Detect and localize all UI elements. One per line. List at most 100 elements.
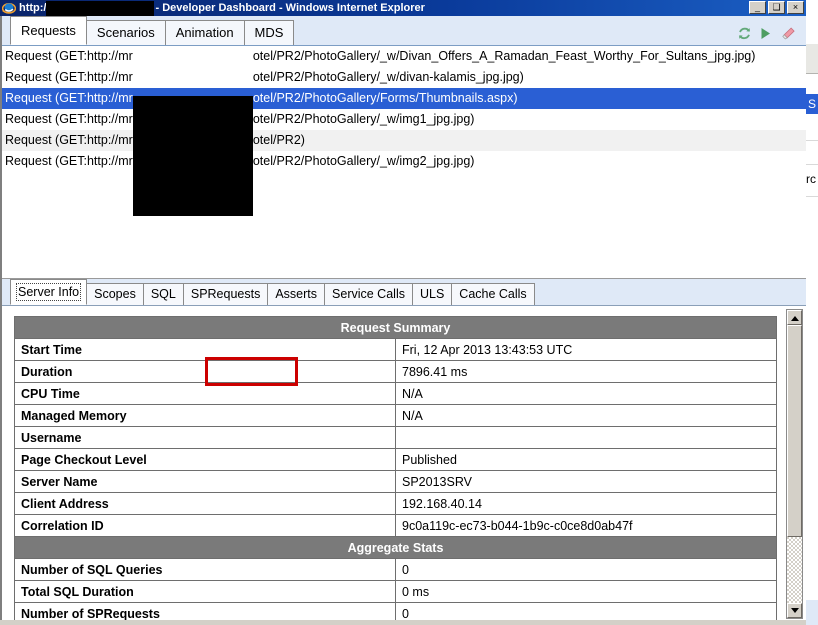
request-prefix: Request (GET:http://mr — [5, 133, 133, 147]
window-title-text: - Developer Dashboard - Windows Internet… — [155, 2, 425, 14]
request-suffix: otel/PR2/PhotoGallery/_w/img1_jpg.jpg) — [252, 112, 475, 126]
minimize-button[interactable]: _ — [749, 1, 766, 14]
row-label: Client Address — [14, 492, 396, 515]
request-prefix: Request (GET:http://mr — [5, 112, 133, 126]
request-prefix: Request (GET:http://mr — [5, 49, 133, 63]
request-suffix: otel/PR2/PhotoGallery/Forms/Thumbnails.a… — [252, 91, 518, 105]
row-value-duration: 7896.41 ms — [395, 360, 777, 383]
row-value: 0 — [395, 558, 777, 581]
table-row: Client Address 192.168.40.14 — [14, 492, 777, 515]
request-row-selected[interactable]: Request (GET:http://mr otel/PR2/PhotoGall… — [2, 88, 806, 109]
internet-explorer-icon — [1, 1, 17, 15]
row-value: N/A — [395, 382, 777, 405]
scrollbar-track[interactable] — [787, 325, 802, 603]
detail-pane: Server Info Scopes SQL SPRequests Assert… — [2, 279, 806, 623]
refresh-icon[interactable] — [737, 26, 752, 41]
background-divider — [806, 140, 818, 141]
detail-tab-label: Server Info — [15, 283, 82, 301]
tab-requests[interactable]: Requests — [10, 16, 87, 45]
scrollbar-thumb[interactable] — [787, 325, 802, 537]
row-label: Total SQL Duration — [14, 580, 396, 603]
row-label: Managed Memory — [14, 404, 396, 427]
table-row: Total SQL Duration 0 ms — [14, 580, 777, 603]
row-value: 192.168.40.14 — [395, 492, 777, 515]
request-row[interactable]: Request (GET:http://mr otel/PR2/PhotoGall… — [2, 151, 806, 172]
scroll-down-arrow-icon[interactable] — [787, 603, 802, 618]
table-row: Start Time Fri, 12 Apr 2013 13:43:53 UTC — [14, 338, 777, 361]
detail-tab-server-info[interactable]: Server Info — [10, 279, 88, 305]
dashboard-tabstrip: Requests Scenarios Animation MDS — [2, 16, 806, 46]
row-label: CPU Time — [14, 382, 396, 405]
tab-label: Animation — [175, 25, 234, 40]
developer-dashboard-window: http:/ - Developer Dashboard - Windows I… — [0, 0, 806, 625]
row-value: 0 ms — [395, 580, 777, 603]
row-label: Page Checkout Level — [14, 448, 396, 471]
row-value: Published — [395, 448, 777, 471]
detail-tab-label: Cache Calls — [459, 287, 527, 301]
detail-tab-cache-calls[interactable]: Cache Calls — [451, 283, 535, 305]
request-suffix: otel/PR2/PhotoGallery/_w/img2_jpg.jpg) — [252, 154, 475, 168]
table-row: Number of SQL Queries 0 — [14, 558, 777, 581]
row-label: Start Time — [14, 338, 396, 361]
window-titlebar[interactable]: http:/ - Developer Dashboard - Windows I… — [0, 0, 806, 16]
table-section-header: Request Summary — [14, 316, 777, 339]
detail-tab-label: SQL — [150, 287, 176, 301]
detail-tab-label: SPRequests — [190, 287, 261, 301]
table-row: Correlation ID 9c0a119c-ec73-b044-1b9c-c… — [14, 514, 777, 537]
detail-tab-asserts[interactable]: Asserts — [267, 283, 326, 305]
play-icon[interactable] — [759, 26, 774, 41]
tab-animation[interactable]: Animation — [164, 20, 245, 45]
detail-vertical-scrollbar[interactable] — [786, 309, 803, 619]
request-suffix: otel/PR2) — [252, 133, 305, 147]
scroll-up-arrow-icon[interactable] — [787, 310, 802, 325]
dashboard-toolbar — [737, 26, 796, 41]
row-value: Fri, 12 Apr 2013 13:43:53 UTC — [395, 338, 777, 361]
request-row[interactable]: Request (GET:http://mr otel/PR2/PhotoGall… — [2, 46, 806, 67]
detail-tabstrip: Server Info Scopes SQL SPRequests Assert… — [2, 279, 806, 306]
tab-mds[interactable]: MDS — [243, 20, 295, 45]
redacted-hostname-block — [133, 96, 253, 216]
row-value: SP2013SRV — [395, 470, 777, 493]
detail-tab-label: Asserts — [275, 287, 318, 301]
request-row[interactable]: Request (GET:http://mr otel/PR2/PhotoGall… — [2, 67, 806, 88]
row-label: Correlation ID — [14, 514, 396, 537]
maximize-button[interactable]: ❑ — [768, 1, 785, 14]
request-list[interactable]: Request (GET:http://mr otel/PR2/PhotoGall… — [2, 46, 806, 279]
detail-tab-service-calls[interactable]: Service Calls — [324, 283, 413, 305]
table-section-header: Aggregate Stats — [14, 536, 777, 559]
row-value: N/A — [395, 404, 777, 427]
tab-label: Requests — [21, 23, 76, 38]
row-label: Duration — [14, 360, 396, 383]
detail-tab-label: Scopes — [94, 287, 136, 301]
background-status-bar — [806, 600, 818, 625]
request-row[interactable]: Request (GET:http://mr otel/PR2/PhotoGall… — [2, 109, 806, 130]
request-row[interactable]: Request (GET:http://mr otel/PR2) — [2, 130, 806, 151]
tab-scenarios[interactable]: Scenarios — [85, 20, 166, 45]
dashboard-body: Requests Scenarios Animation MDS Request… — [0, 16, 806, 625]
request-suffix: otel/PR2/PhotoGallery/_w/Divan_Offers_A_… — [252, 49, 756, 63]
eraser-icon[interactable] — [781, 26, 796, 41]
request-prefix: Request (GET:http://mr — [5, 70, 133, 84]
background-selected-row-fragment: S — [806, 94, 818, 114]
request-prefix: Request (GET:http://mr — [5, 154, 133, 168]
section-title: Request Summary — [14, 316, 777, 339]
table-row: Page Checkout Level Published — [14, 448, 777, 471]
window-title-url: http:/ — [19, 2, 47, 14]
detail-tab-sql[interactable]: SQL — [142, 283, 184, 305]
background-divider — [806, 196, 818, 197]
row-label: Server Name — [14, 470, 396, 493]
table-row: CPU Time N/A — [14, 382, 777, 405]
background-panel-header — [806, 44, 818, 74]
table-row: Duration 7896.41 ms — [14, 360, 777, 383]
detail-tab-scopes[interactable]: Scopes — [86, 283, 144, 305]
request-prefix: Request (GET:http://mr — [5, 91, 133, 105]
close-button[interactable]: × — [787, 1, 804, 14]
table-row: Managed Memory N/A — [14, 404, 777, 427]
server-info-table: Request Summary Start Time Fri, 12 Apr 2… — [14, 316, 777, 623]
detail-tab-sprequests[interactable]: SPRequests — [182, 283, 269, 305]
row-label: Username — [14, 426, 396, 449]
section-title: Aggregate Stats — [14, 536, 777, 559]
row-value — [395, 426, 777, 449]
background-text-fragment: rc — [806, 172, 816, 186]
detail-tab-uls[interactable]: ULS — [411, 283, 453, 305]
